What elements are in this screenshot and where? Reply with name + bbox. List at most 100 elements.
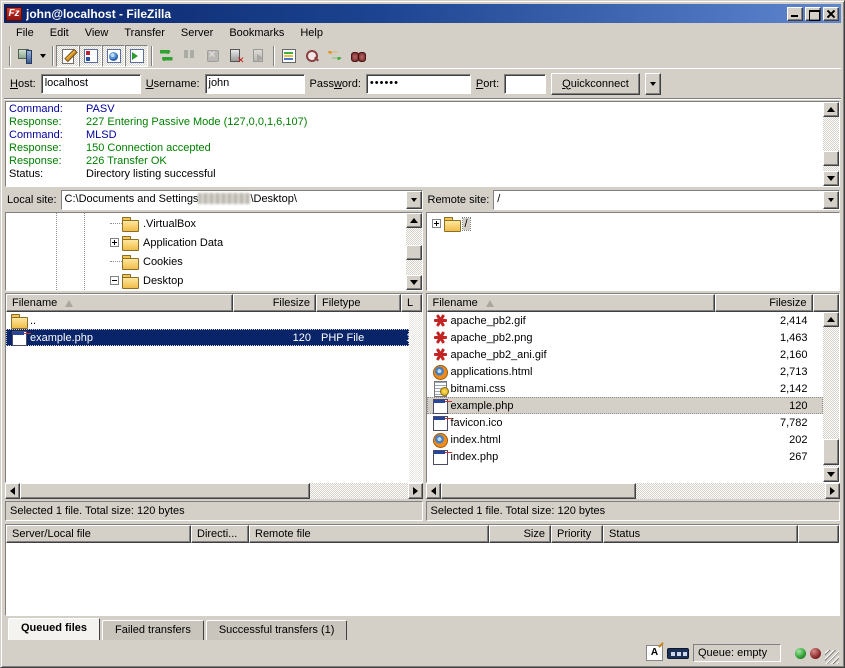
local-list-hscrollbar[interactable] (5, 483, 423, 499)
tree-item-cookies[interactable]: Cookies (6, 252, 406, 271)
scrollbar-track[interactable] (20, 483, 408, 499)
column-header-status[interactable]: Status (603, 525, 798, 543)
log-scrollbar[interactable] (823, 102, 839, 186)
expand-plus-icon[interactable] (432, 219, 441, 228)
host-input[interactable]: localhost (41, 74, 141, 94)
scroll-right-button[interactable] (408, 483, 423, 499)
expand-plus-icon[interactable] (110, 238, 119, 247)
menu-edit[interactable]: Edit (42, 25, 77, 41)
scroll-down-button[interactable] (823, 467, 839, 482)
column-header-filesize[interactable]: Filesize (715, 294, 813, 312)
file-row[interactable]: index.html202 (427, 431, 824, 448)
scroll-left-button[interactable] (426, 483, 441, 499)
menu-bar: File Edit View Transfer Server Bookmarks… (4, 23, 841, 43)
file-row[interactable]: index.php267 (427, 448, 824, 465)
file-row[interactable]: apache_pb2_ani.gif2,160 (427, 346, 824, 363)
quickconnect-dropdown[interactable] (645, 73, 661, 95)
menu-help[interactable]: Help (292, 25, 331, 41)
toggle-queue-button[interactable] (125, 45, 148, 67)
menu-bookmarks[interactable]: Bookmarks (221, 25, 292, 41)
data-type-ascii-icon[interactable]: A (646, 645, 663, 661)
speed-limit-icon[interactable] (667, 648, 689, 659)
scrollbar-thumb[interactable] (406, 245, 422, 260)
column-header-direction[interactable]: Directi... (191, 525, 249, 543)
tab-failed-transfers[interactable]: Failed transfers (102, 620, 204, 640)
file-row-example-php[interactable]: example.php120 (427, 397, 824, 414)
local-list-vscrollbar (409, 312, 422, 482)
file-row[interactable]: apache_pb2.png1,463 (427, 329, 824, 346)
column-header-filename[interactable]: Filename (427, 294, 715, 312)
port-input[interactable] (504, 74, 546, 94)
file-row[interactable]: bitnami.css2,142 (427, 380, 824, 397)
scrollbar-thumb[interactable] (441, 483, 636, 499)
compare-directories-button[interactable] (300, 45, 323, 67)
scroll-right-button[interactable] (825, 483, 840, 499)
menu-server[interactable]: Server (173, 25, 221, 41)
tab-successful-transfers[interactable]: Successful transfers (1) (206, 620, 348, 640)
scroll-up-button[interactable] (406, 213, 422, 228)
username-input[interactable]: john (205, 74, 305, 94)
column-header-priority[interactable]: Priority (551, 525, 603, 543)
file-row[interactable]: apache_pb2.gif2,414 (427, 312, 824, 329)
scrollbar-track[interactable] (441, 483, 826, 499)
resize-grip[interactable] (825, 650, 839, 664)
site-manager-dropdown[interactable] (36, 45, 49, 67)
scrollbar-thumb[interactable] (823, 439, 839, 465)
minimize-button[interactable] (787, 7, 803, 21)
tree-item-virtualbox[interactable]: .VirtualBox (6, 214, 406, 233)
column-header-size[interactable]: Size (489, 525, 551, 543)
close-button[interactable] (823, 7, 839, 21)
remote-site-combo[interactable]: / (493, 190, 840, 210)
scrollbar-track[interactable] (823, 117, 839, 171)
remote-list-hscrollbar[interactable] (426, 483, 841, 499)
remote-list-vscrollbar[interactable] (823, 312, 839, 482)
file-row-parent-dir[interactable]: .. (6, 312, 409, 329)
tab-queued-files[interactable]: Queued files (8, 618, 100, 640)
column-header-lastmodified[interactable]: L (401, 294, 422, 312)
menu-file[interactable]: File (8, 25, 42, 41)
file-row-example-php[interactable]: example.php 120 PHP File 1 (6, 329, 409, 346)
local-tree-scrollbar[interactable] (406, 213, 422, 290)
toggle-local-tree-button[interactable] (79, 45, 102, 67)
column-header-filetype[interactable]: Filetype (316, 294, 401, 312)
scrollbar-track[interactable] (406, 228, 422, 275)
scrollbar-thumb[interactable] (823, 151, 839, 166)
tree-item-desktop[interactable]: Desktop (6, 271, 406, 290)
scroll-down-button[interactable] (406, 275, 422, 290)
site-manager-button[interactable] (13, 45, 36, 67)
local-site-dropdown[interactable] (406, 191, 422, 209)
local-site-combo[interactable]: C:\Documents and Settings\Desktop\ (61, 190, 423, 210)
scroll-down-button[interactable] (823, 171, 839, 186)
menu-transfer[interactable]: Transfer (116, 25, 173, 41)
password-input[interactable]: •••••• (366, 74, 471, 94)
column-header-server-local-file[interactable]: Server/Local file (6, 525, 191, 543)
filter-button[interactable] (277, 45, 300, 67)
scroll-up-button[interactable] (823, 312, 839, 327)
remote-site-dropdown[interactable] (823, 191, 839, 209)
queue-body (6, 543, 839, 615)
expand-minus-icon[interactable] (110, 276, 119, 285)
menu-view[interactable]: View (77, 25, 117, 41)
refresh-button[interactable] (155, 45, 178, 67)
tree-item-application-data[interactable]: Application Data (6, 233, 406, 252)
quickconnect-button[interactable]: Quickconnect (551, 73, 640, 95)
column-header-remote-file[interactable]: Remote file (249, 525, 489, 543)
scrollbar-thumb[interactable] (20, 483, 310, 499)
arrow-up-icon (827, 313, 835, 322)
tree-item-root[interactable]: / (427, 214, 840, 233)
toggle-remote-tree-button[interactable] (102, 45, 125, 67)
scrollbar-track[interactable] (823, 327, 839, 467)
scroll-left-button[interactable] (5, 483, 20, 499)
scroll-up-button[interactable] (823, 102, 839, 117)
find-files-button[interactable] (346, 45, 369, 67)
column-header-filesize[interactable]: Filesize (233, 294, 316, 312)
maximize-button[interactable] (805, 7, 821, 21)
arrow-left-icon (6, 487, 15, 495)
synchronized-browsing-button[interactable] (323, 45, 346, 67)
toggle-message-log-button[interactable] (56, 45, 79, 67)
file-row[interactable]: applications.html2,713 (427, 363, 824, 380)
remote-tree: / (426, 212, 841, 291)
column-header-filename[interactable]: Filename (6, 294, 233, 312)
file-row[interactable]: favicon.ico7,782 (427, 414, 824, 431)
disconnect-button[interactable] (224, 45, 247, 67)
